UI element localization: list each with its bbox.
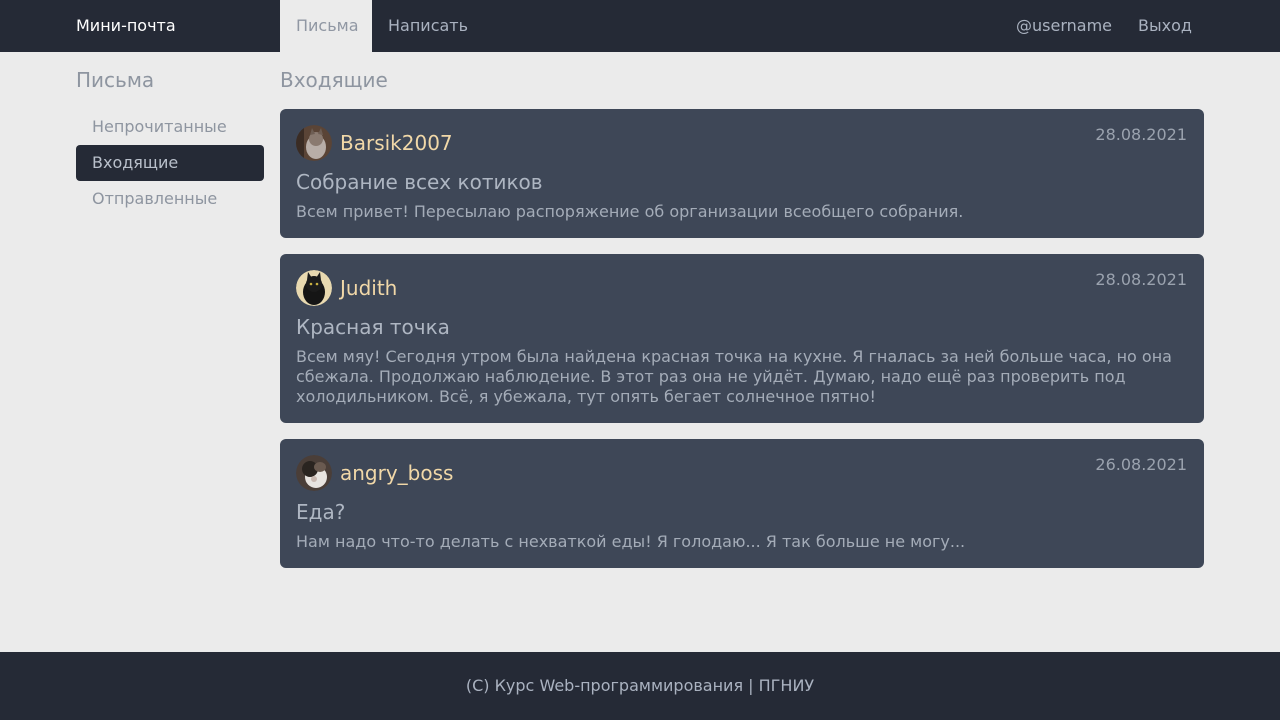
message-date: 28.08.2021 <box>1095 125 1187 144</box>
sender-name: Judith <box>340 276 398 300</box>
message-date: 26.08.2021 <box>1095 455 1187 474</box>
sender-avatar <box>296 125 332 161</box>
sender-name: Barsik2007 <box>340 131 453 155</box>
nav-logout-link[interactable]: Выход <box>1122 0 1208 52</box>
page-footer: (C) Курс Web-программирования | ПГНИУ <box>0 652 1280 720</box>
message-preview: Нам надо что-то делать с нехваткой еды! … <box>296 532 966 551</box>
sidebar-item-inbox[interactable]: Входящие <box>76 145 264 181</box>
app-brand[interactable]: Мини-почта <box>76 0 176 52</box>
sender-avatar <box>296 270 332 306</box>
sender-name: angry_boss <box>340 461 454 485</box>
top-navbar: Мини-почта Письма Написать @username Вых… <box>0 0 1280 52</box>
nav-letters-tab[interactable]: Письма <box>280 0 372 52</box>
message-card[interactable]: Judith 28.08.2021 Красная точка Всем мяу… <box>280 254 1204 423</box>
message-card[interactable]: angry_boss 26.08.2021 Еда? Нам надо что-… <box>280 439 1204 568</box>
nav-username-link[interactable]: @username <box>1000 0 1128 52</box>
message-card[interactable]: Barsik2007 28.08.2021 Собрание всех коти… <box>280 109 1204 238</box>
message-subject: Красная точка <box>296 315 450 339</box>
message-preview: Всем мяу! Сегодня утром была найдена кра… <box>296 347 1172 406</box>
sidebar-title: Письма <box>76 68 155 92</box>
sidebar-item-sent[interactable]: Отправленные <box>76 181 264 217</box>
message-preview: Всем привет! Пересылаю распоряжение об о… <box>296 202 964 221</box>
page-title: Входящие <box>280 68 388 92</box>
message-date: 28.08.2021 <box>1095 270 1187 289</box>
sender-avatar <box>296 455 332 491</box>
sidebar-item-unread[interactable]: Непрочитанные <box>76 109 264 145</box>
message-subject: Собрание всех котиков <box>296 170 543 194</box>
message-subject: Еда? <box>296 500 346 524</box>
nav-write-link[interactable]: Написать <box>372 0 484 52</box>
